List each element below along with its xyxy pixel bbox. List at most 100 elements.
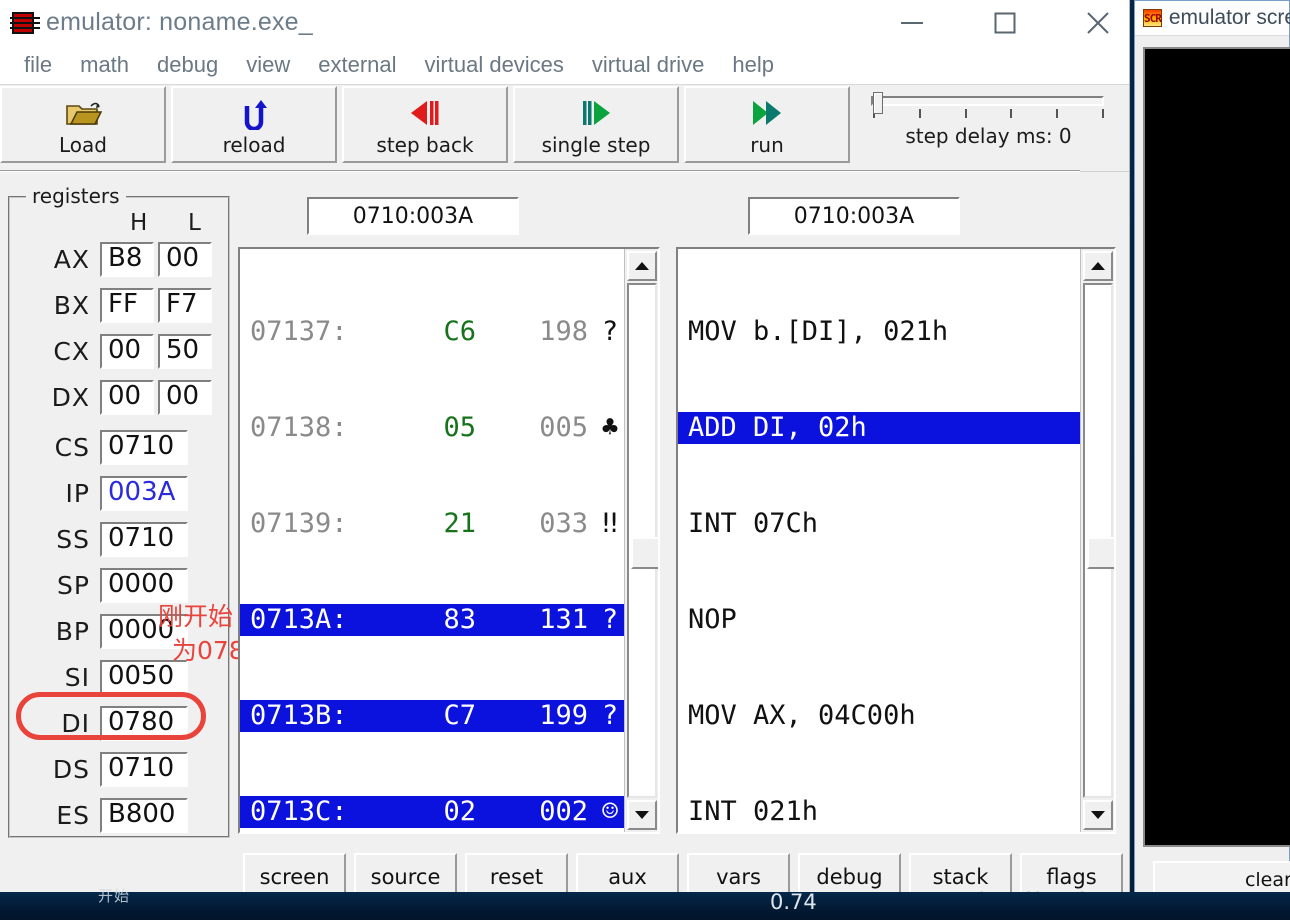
memory-address: 0713C: [250,796,348,827]
register-label-ds: DS [52,755,90,785]
register-label-cs: CS [54,433,90,463]
register-cx-high[interactable]: 00 [100,334,154,370]
table-row[interactable]: 07138: 05 005 ♣ [240,412,658,444]
register-ip-value[interactable]: 003A [100,476,188,512]
register-label-cx: CX [53,337,90,367]
list-item[interactable]: NOP [678,604,1114,636]
load-button[interactable]: Load [0,86,166,163]
register-di-value[interactable]: 0780 [100,706,188,742]
register-cx-low[interactable]: 50 [158,334,212,370]
register-dx-low[interactable]: 00 [158,380,212,416]
scr-icon: SCR [1143,9,1162,27]
disassembly-scrollbar[interactable] [1080,249,1114,832]
register-row-ax: AX B8 00 [48,242,212,278]
single-step-button[interactable]: single step [513,86,679,163]
memory-row-list: 07137: C6 198? 07138: 05 005 ♣ 07139: 21 033 ‼ 0… [240,249,658,832]
table-row[interactable]: 07139: 21 033 ‼ [240,508,658,540]
step-back-icon [407,93,443,133]
minimize-icon[interactable] [881,0,943,45]
cpu-chip-icon [10,11,40,34]
run-icon [749,93,785,133]
memory-hex: 21 [443,508,476,539]
menu-item-file[interactable]: file [10,52,66,78]
step-delay-slider[interactable]: step delay ms: 0 [855,86,1110,148]
memory-scrollbar[interactable] [624,249,658,832]
emulator-screen-window[interactable]: SCR emulator screen clear screen [1134,0,1290,900]
registers-col-l: L [188,210,201,236]
disassembly-scrollbar-track[interactable] [1083,283,1114,798]
memory-dump-pane[interactable]: 07137: C6 198? 07138: 05 005 ♣ 07139: 21 033 ‼ 0… [238,247,660,834]
maximize-icon[interactable] [974,0,1036,45]
list-item[interactable]: MOV AX, 04C00h [678,700,1114,732]
memory-decimal: 199 [539,700,588,731]
register-ds-value[interactable]: 0710 [100,752,188,788]
disassembly-scrollbar-thumb[interactable] [1087,537,1114,569]
memory-address-field[interactable]: 0710:003A [307,197,519,235]
memory-decimal: 131 [539,604,588,635]
single-step-icon [578,93,614,133]
table-row[interactable]: 0713A: 83 131? [240,604,658,636]
memory-address: 07139: [250,508,348,539]
scroll-up-icon[interactable] [627,251,657,281]
menu-item-virtual-devices[interactable]: virtual devices [411,52,578,78]
menu-item-external[interactable]: external [304,52,410,78]
memory-decimal: 198 [539,316,588,347]
taskbar-start-label[interactable]: 开始 [98,885,130,906]
single-step-button-label: single step [541,132,651,157]
register-row-ss: SS 0710 [48,522,188,558]
run-button[interactable]: run [684,86,850,163]
step-back-button-label: step back [376,132,474,157]
memory-decimal: 005 [539,412,588,443]
emulator-screen-titlebar[interactable]: SCR emulator screen [1135,1,1290,36]
step-back-button[interactable]: step back [342,86,508,163]
memory-hex: 05 [443,412,476,443]
register-ax-low[interactable]: 00 [158,242,212,278]
menu-item-virtual-drive[interactable]: virtual drive [578,52,718,78]
toolbar-separator [0,170,1080,172]
toolbar: Load reload step back single step run st… [0,85,1129,172]
memory-scrollbar-track[interactable] [627,283,658,798]
menu-item-view[interactable]: view [232,52,304,78]
register-row-bx: BX FF F7 [48,288,212,324]
step-delay-label: step delay ms: 0 [905,124,1072,148]
list-item[interactable]: INT 07Ch [678,508,1114,540]
list-item[interactable]: INT 021h [678,796,1114,828]
register-es-value[interactable]: B800 [100,798,188,834]
step-delay-slider-thumb[interactable] [873,92,883,114]
menu-item-help[interactable]: help [718,52,788,78]
reload-button[interactable]: reload [171,86,337,163]
emulator-titlebar[interactable]: emulator: noname.exe_ [0,0,1129,45]
disassembly-address-field[interactable]: 0710:003A [748,197,960,235]
register-row-sp: SP 0000 [48,568,188,604]
disassembly-pane[interactable]: MOV b.[DI], 021h ADD DI, 02h INT 07Ch NO… [676,247,1116,834]
scroll-down-icon[interactable] [1083,800,1113,830]
menu-item-debug[interactable]: debug [143,52,232,78]
register-dx-high[interactable]: 00 [100,380,154,416]
list-item[interactable]: MOV b.[DI], 021h [678,316,1114,348]
register-bx-high[interactable]: FF [100,288,154,324]
registers-col-h: H [130,210,148,236]
close-icon[interactable] [1067,0,1129,45]
register-ss-value[interactable]: 0710 [100,522,188,558]
taskbar[interactable] [0,892,1290,920]
memory-decimal: 033 [539,508,588,539]
memory-scrollbar-thumb[interactable] [631,537,658,569]
register-ax-high[interactable]: B8 [100,242,154,278]
menubar: file math debug view external virtual de… [0,45,1129,85]
scroll-up-icon[interactable] [1083,251,1113,281]
register-label-ip: IP [65,479,90,509]
table-row[interactable]: 07137: C6 198? [240,316,658,348]
scroll-down-icon[interactable] [627,800,657,830]
table-row[interactable]: 0713C: 02 002 ☺ [240,796,658,828]
window-title: emulator: noname.exe_ [46,8,313,36]
register-bx-low[interactable]: F7 [158,288,212,324]
register-cs-value[interactable]: 0710 [100,430,188,466]
table-row[interactable]: 0713B: C7 199? [240,700,658,732]
register-sp-value[interactable]: 0000 [100,568,188,604]
list-item[interactable]: ADD DI, 02h [678,412,1114,444]
step-delay-slider-track[interactable] [871,92,1104,114]
register-label-bp: BP [55,617,90,647]
emulator-window[interactable]: emulator: noname.exe_ file math debug vi… [0,0,1130,905]
menu-item-math[interactable]: math [66,52,143,78]
reload-button-label: reload [222,132,286,157]
